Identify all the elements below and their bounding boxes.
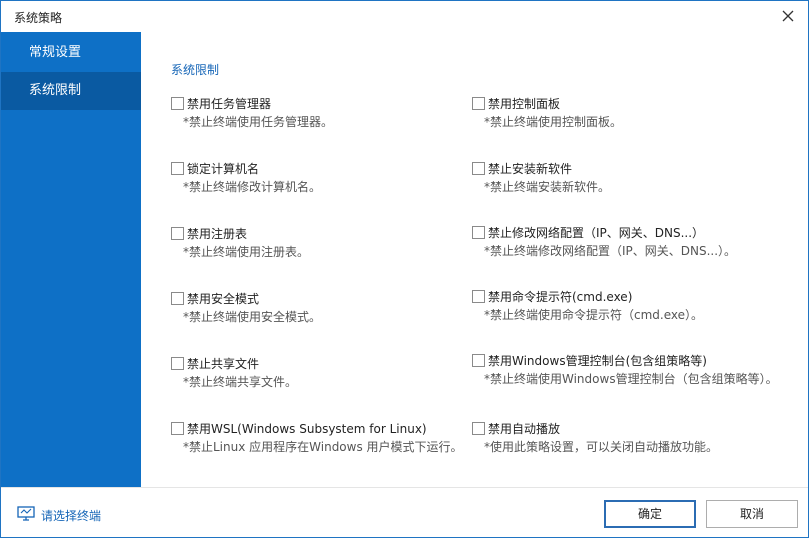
option-label: 禁用Windows管理控制台(包含组策略等)	[488, 354, 707, 368]
cancel-button[interactable]: 取消	[706, 500, 798, 528]
option-disable-task-manager: 禁用任务管理器 *禁止终端使用任务管理器。	[171, 95, 471, 135]
checkbox[interactable]	[472, 422, 485, 435]
option-label: 禁用自动播放	[488, 422, 561, 436]
option-label: 禁止修改网络配置（IP、网关、DNS...）	[488, 226, 705, 240]
option-disable-wsl: 禁用WSL(Windows Subsystem for Linux) *禁止Li…	[171, 420, 471, 460]
option-description: *禁止终端使用任务管理器。	[183, 115, 334, 129]
footer: 请选择终端 确定 取消	[1, 487, 808, 537]
option-description: *禁止终端安装新软件。	[484, 180, 611, 194]
option-label: 禁止共享文件	[187, 357, 260, 371]
option-description: *禁止终端使用控制面板。	[484, 115, 623, 129]
checkbox[interactable]	[472, 354, 485, 367]
checkbox[interactable]	[472, 162, 485, 175]
sidebar-item-general[interactable]: 常规设置	[1, 34, 141, 72]
section-title: 系统限制	[171, 63, 220, 77]
select-terminal-label: 请选择终端	[41, 509, 102, 523]
option-label: 禁用注册表	[187, 227, 248, 241]
option-label: 禁止安装新软件	[488, 162, 573, 176]
option-disable-safe-mode: 禁用安全模式 *禁止终端使用安全模式。	[171, 290, 471, 330]
option-disable-registry: 禁用注册表 *禁止终端使用注册表。	[171, 225, 471, 265]
option-block-network-config: 禁止修改网络配置（IP、网关、DNS...） *禁止终端修改网络配置（IP、网关…	[472, 224, 772, 264]
checkbox[interactable]	[171, 97, 184, 110]
option-label: 锁定计算机名	[187, 162, 260, 176]
ok-button[interactable]: 确定	[604, 500, 696, 528]
checkbox[interactable]	[171, 227, 184, 240]
checkbox[interactable]	[171, 292, 184, 305]
sidebar: 常规设置 系统限制	[1, 32, 141, 487]
checkbox[interactable]	[472, 97, 485, 110]
option-disable-file-sharing: 禁止共享文件 *禁止终端共享文件。	[171, 355, 471, 395]
option-description: *禁止终端使用注册表。	[183, 245, 310, 259]
option-description: *禁止终端使用安全模式。	[183, 310, 322, 324]
option-description: *禁止Linux 应用程序在Windows 用户模式下运行。	[183, 440, 463, 454]
checkbox[interactable]	[171, 357, 184, 370]
option-description: *禁止终端共享文件。	[183, 375, 298, 389]
checkbox[interactable]	[472, 290, 485, 303]
option-block-software-install: 禁止安装新软件 *禁止终端安装新软件。	[472, 160, 772, 200]
option-label: 禁用任务管理器	[187, 97, 272, 111]
option-description: *禁止终端使用命令提示符（cmd.exe）。	[484, 308, 704, 322]
monitor-icon	[17, 506, 35, 522]
window-title: 系统策略	[14, 11, 63, 25]
title-bar: 系统策略	[1, 1, 808, 31]
option-disable-cmd: 禁用命令提示符(cmd.exe) *禁止终端使用命令提示符（cmd.exe）。	[472, 288, 772, 328]
option-disable-mmc: 禁用Windows管理控制台(包含组策略等) *禁止终端使用Windows管理控…	[472, 352, 778, 392]
close-icon[interactable]	[778, 6, 798, 26]
option-description: *禁止终端修改计算机名。	[183, 180, 322, 194]
option-lock-computer-name: 锁定计算机名 *禁止终端修改计算机名。	[171, 160, 471, 200]
checkbox[interactable]	[171, 422, 184, 435]
option-description: *禁止终端修改网络配置（IP、网关、DNS...）。	[484, 244, 737, 258]
checkbox[interactable]	[472, 226, 485, 239]
policy-dialog: 系统策略 常规设置 系统限制 系统限制 禁用任务管理器 *禁止终端使用任务管理器…	[0, 0, 809, 538]
option-label: 禁用安全模式	[187, 292, 260, 306]
option-description: *禁止终端使用Windows管理控制台（包含组策略等）。	[484, 372, 778, 386]
option-disable-control-panel: 禁用控制面板 *禁止终端使用控制面板。	[472, 95, 772, 135]
option-label: 禁用WSL(Windows Subsystem for Linux)	[187, 422, 427, 436]
sidebar-item-system-restrictions[interactable]: 系统限制	[1, 72, 141, 110]
option-disable-autoplay: 禁用自动播放 *使用此策略设置，可以关闭自动播放功能。	[472, 420, 772, 460]
checkbox[interactable]	[171, 162, 184, 175]
option-label: 禁用命令提示符(cmd.exe)	[488, 290, 633, 304]
main-panel: 系统限制 禁用任务管理器 *禁止终端使用任务管理器。 锁定计算机名 *禁止终端修…	[142, 32, 808, 487]
option-description: *使用此策略设置，可以关闭自动播放功能。	[484, 440, 719, 454]
option-label: 禁用控制面板	[488, 97, 561, 111]
